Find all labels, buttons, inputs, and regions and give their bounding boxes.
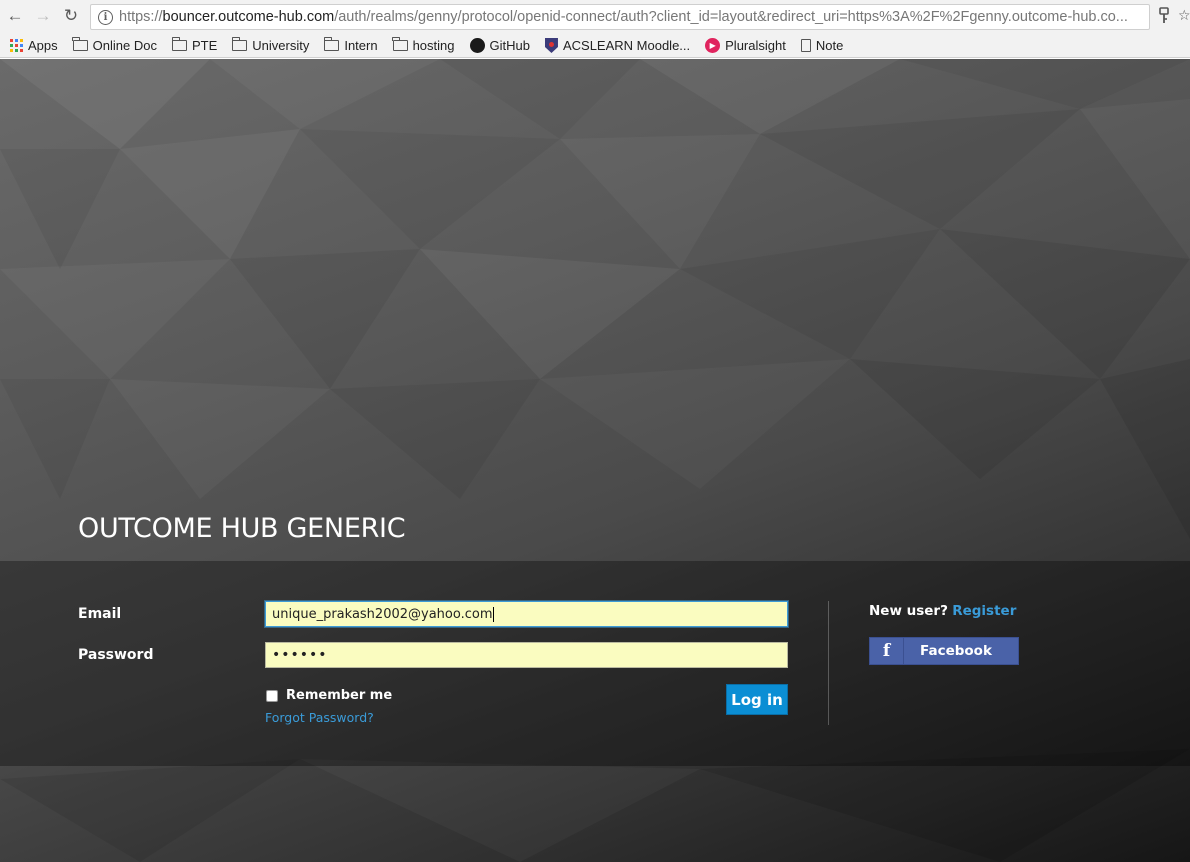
- bookmark-acslearn[interactable]: ACSLEARN Moodle...: [544, 38, 691, 53]
- bookmark-label: Online Doc: [92, 38, 157, 53]
- register-link[interactable]: Register: [952, 603, 1016, 619]
- bookmark-label: PTE: [191, 38, 218, 53]
- pluralsight-icon: ▶: [705, 38, 721, 53]
- email-label: Email: [78, 606, 122, 622]
- reload-button[interactable]: ↻: [60, 5, 82, 27]
- password-mask: ••••••: [272, 647, 328, 663]
- bookmark-star-icon[interactable]: ☆: [1178, 7, 1190, 24]
- email-field[interactable]: unique_prakash2002@yahoo.com: [265, 601, 788, 627]
- bookmark-apps[interactable]: Apps: [10, 38, 58, 53]
- key-icon[interactable]: [1158, 7, 1170, 25]
- forward-arrow-icon: →: [34, 6, 52, 25]
- url-path: /auth/realms/genny/protocol/openid-conne…: [334, 9, 1128, 25]
- bookmark-label: hosting: [412, 38, 455, 53]
- bookmarks-bar: Apps Online Doc PTE University Intern ho…: [0, 34, 1190, 58]
- bookmark-github[interactable]: GitHub: [469, 38, 530, 53]
- bookmark-pte[interactable]: PTE: [171, 37, 218, 53]
- facebook-icon: f: [870, 638, 904, 664]
- forgot-password-link[interactable]: Forgot Password?: [265, 710, 374, 725]
- acslearn-icon: [544, 38, 558, 53]
- url-text: https://bouncer.outcome-hub.com/auth/rea…: [119, 9, 1128, 25]
- bookmark-label: Pluralsight: [725, 38, 786, 53]
- bookmark-label: ACSLEARN Moodle...: [562, 38, 691, 53]
- bookmark-label: University: [252, 38, 310, 53]
- email-value: unique_prakash2002@yahoo.com: [272, 606, 493, 622]
- reload-icon: ↻: [63, 6, 79, 25]
- bookmark-pluralsight[interactable]: ▶ Pluralsight: [705, 38, 786, 53]
- bookmark-label: Apps: [28, 38, 58, 53]
- folder-icon: [392, 37, 408, 51]
- new-user-label: New user?: [869, 603, 948, 619]
- forward-button[interactable]: →: [32, 5, 54, 27]
- folder-icon: [324, 37, 340, 51]
- url-scheme: https://: [119, 9, 163, 25]
- bookmark-label: Note: [815, 38, 844, 53]
- password-label: Password: [78, 647, 154, 663]
- bookmark-note[interactable]: Note: [800, 38, 844, 53]
- login-button[interactable]: Log in: [726, 684, 788, 715]
- login-page: OUTCOME HUB GENERIC Email unique_prakash…: [0, 59, 1190, 862]
- bookmark-hosting[interactable]: hosting: [392, 37, 455, 53]
- facebook-login-button[interactable]: f Facebook: [869, 637, 1019, 665]
- back-button[interactable]: ←: [4, 5, 26, 27]
- new-user-prompt: New user? Register: [869, 603, 1016, 619]
- bookmark-intern[interactable]: Intern: [324, 37, 378, 53]
- url-host: bouncer.outcome-hub.com: [162, 9, 335, 25]
- bookmark-university[interactable]: University: [231, 37, 310, 53]
- bookmark-label: Intern: [344, 38, 378, 53]
- text-caret: [493, 606, 495, 622]
- remember-me[interactable]: Remember me: [266, 688, 392, 703]
- bookmark-label: GitHub: [489, 38, 530, 53]
- folder-icon: [171, 37, 187, 51]
- realm-title: OUTCOME HUB GENERIC: [78, 513, 406, 544]
- info-icon[interactable]: i: [98, 9, 113, 25]
- password-field[interactable]: ••••••: [265, 642, 788, 668]
- remember-me-checkbox[interactable]: [266, 689, 278, 702]
- apps-grid-icon: [10, 39, 23, 52]
- folder-icon: [72, 37, 88, 51]
- browser-toolbar: ← → ↻ i https://bouncer.outcome-hub.com/…: [0, 0, 1190, 34]
- facebook-label: Facebook: [920, 643, 992, 659]
- github-icon: [469, 38, 485, 53]
- document-icon: [800, 39, 811, 52]
- address-bar[interactable]: i https://bouncer.outcome-hub.com/auth/r…: [90, 4, 1150, 30]
- panel-divider: [828, 601, 829, 725]
- remember-me-label: Remember me: [286, 688, 393, 703]
- bookmark-online-doc[interactable]: Online Doc: [72, 37, 157, 53]
- folder-icon: [231, 37, 248, 51]
- back-arrow-icon: ←: [6, 6, 24, 25]
